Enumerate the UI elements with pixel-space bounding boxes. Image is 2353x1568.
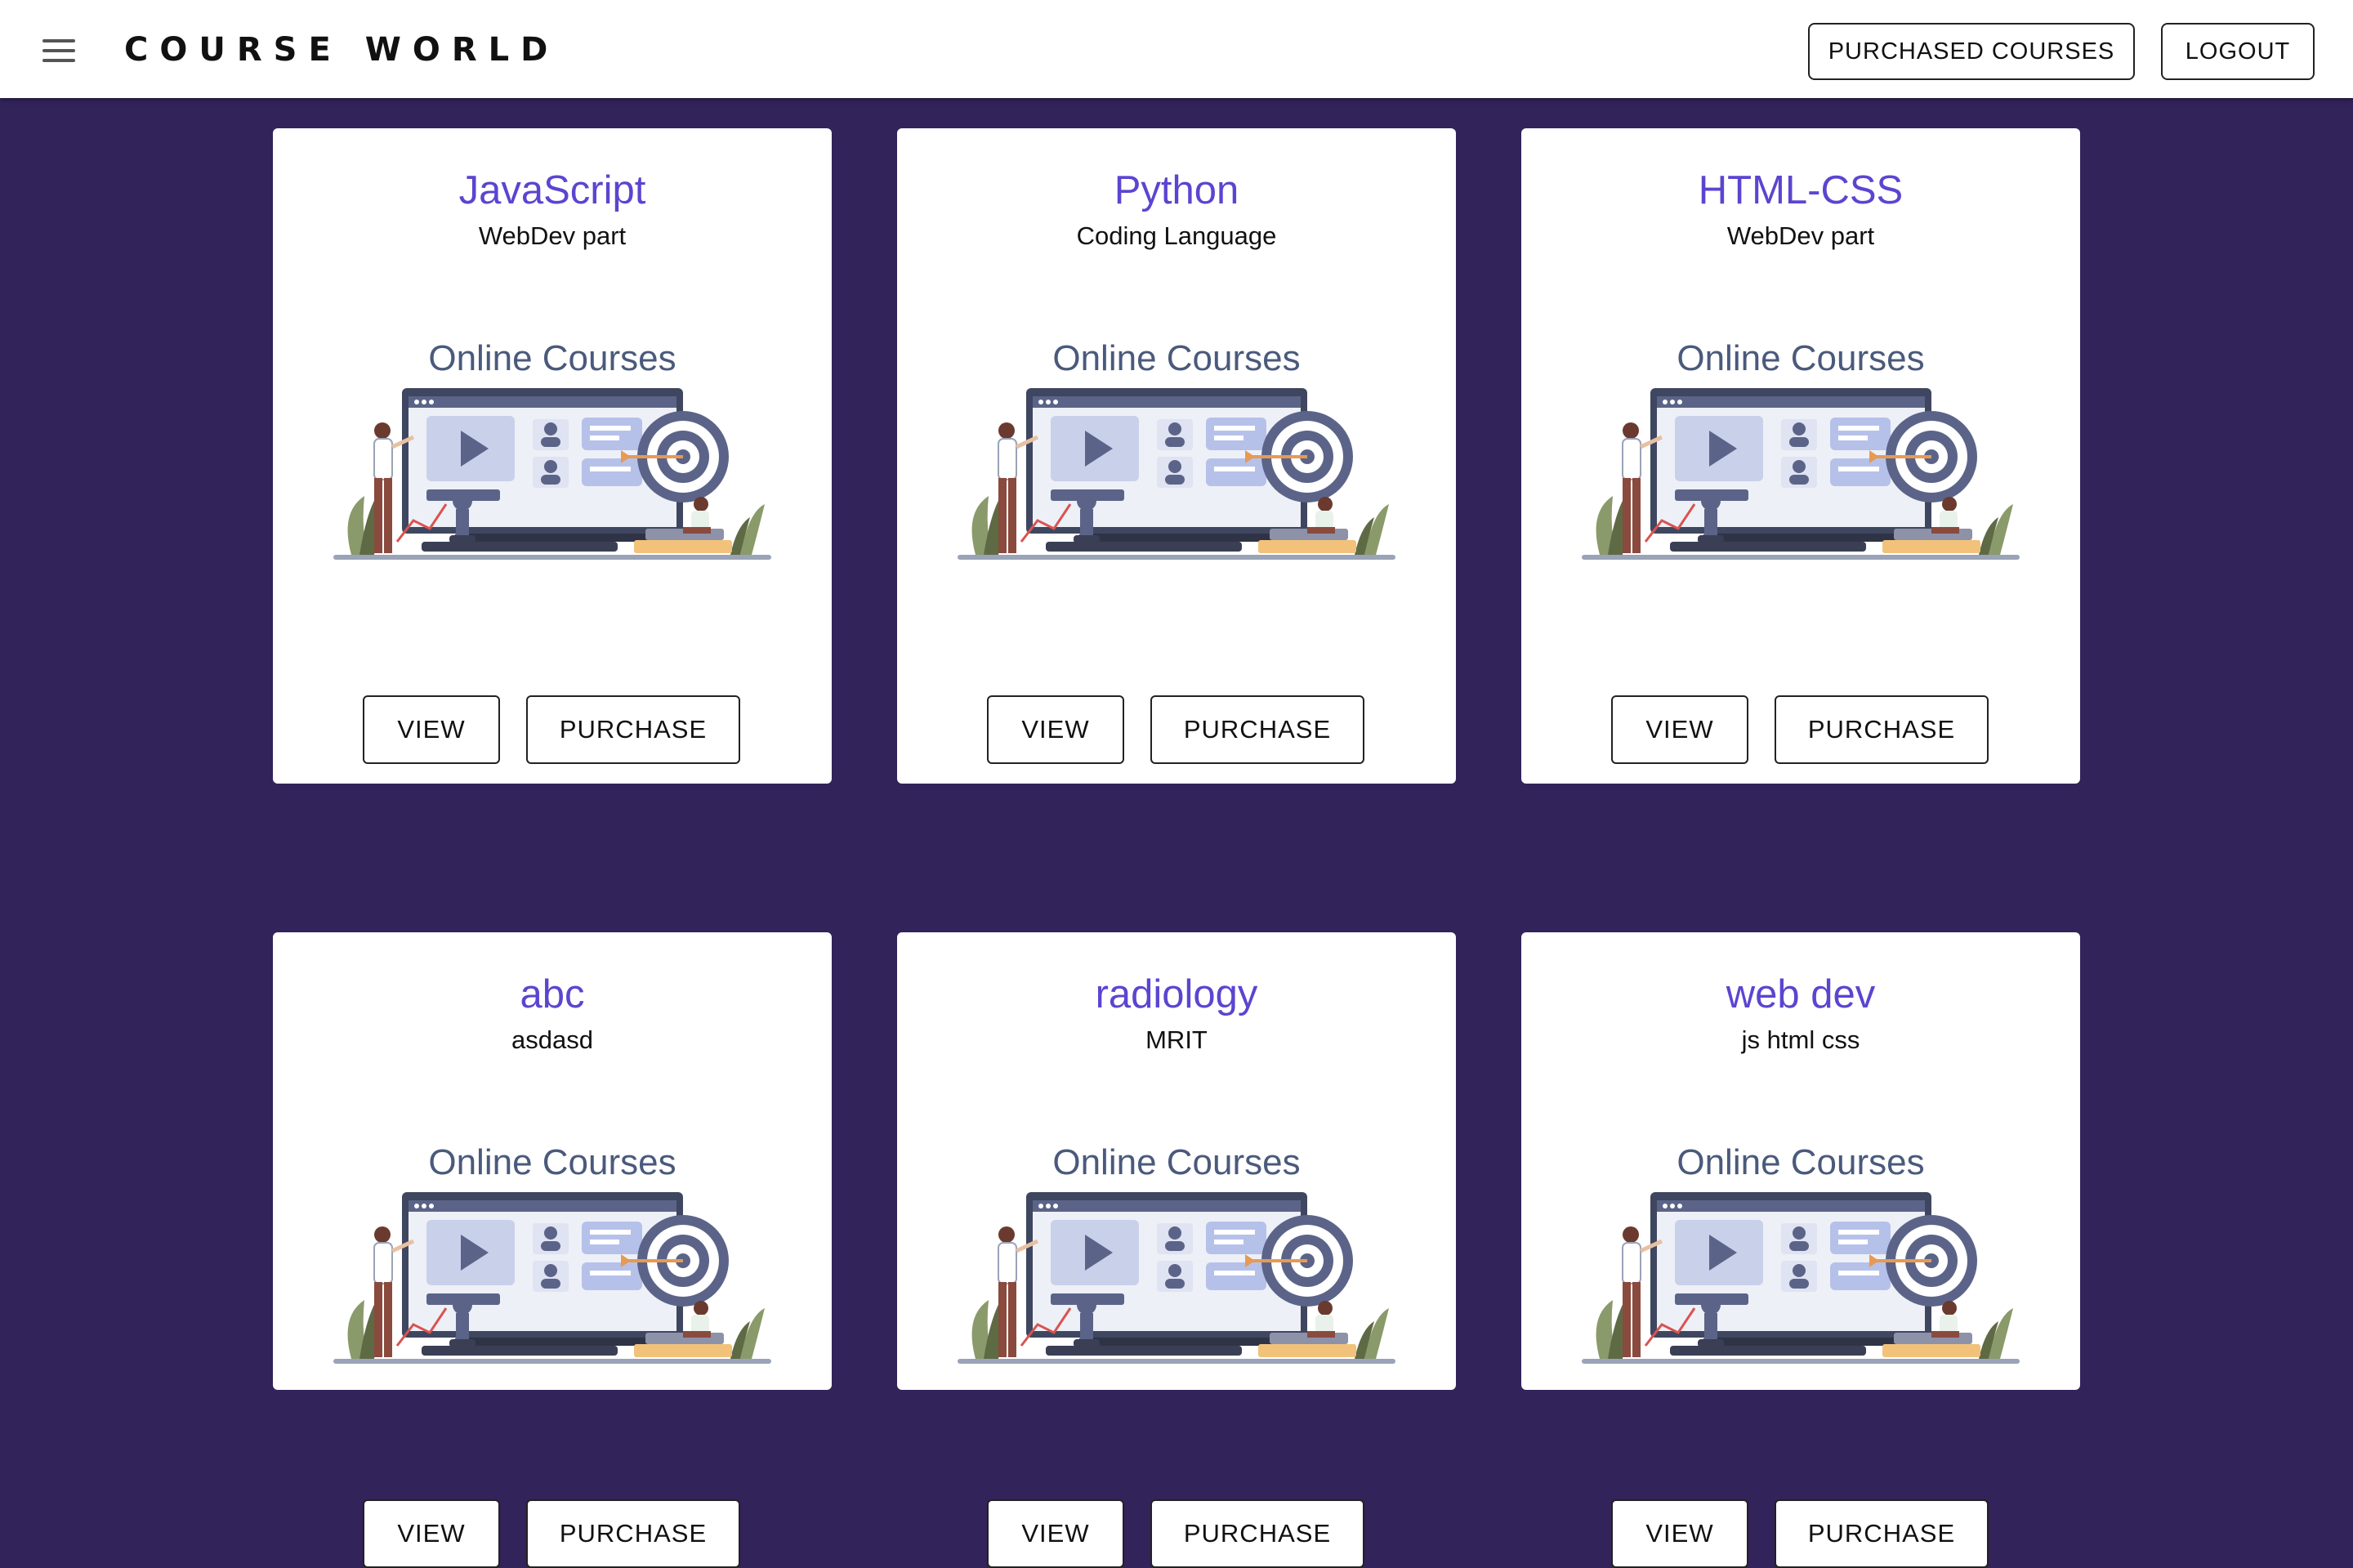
illustration-caption: Online Courses <box>1052 1142 1300 1182</box>
purchased-courses-button[interactable]: PURCHASED COURSES <box>1808 23 2135 80</box>
course-subtitle: WebDev part <box>1726 221 1875 250</box>
view-button[interactable]: VIEW <box>1611 1499 1748 1568</box>
online-courses-illustration: Online Courses <box>1582 1142 2020 1364</box>
course-subtitle: js html css <box>1741 1025 1860 1054</box>
online-courses-illustration: Online Courses <box>333 338 771 560</box>
view-button[interactable]: VIEW <box>987 695 1124 764</box>
course-title: abc <box>520 972 585 1016</box>
purchase-button[interactable]: PURCHASE <box>1775 1499 1989 1568</box>
course-title: HTML-CSS <box>1698 168 1904 212</box>
course-card-0: JavaScript WebDev part Online Courses VI… <box>273 128 832 784</box>
course-subtitle: WebDev part <box>478 221 627 250</box>
course-title: radiology <box>1095 972 1258 1016</box>
purchase-button[interactable]: PURCHASE <box>1150 1499 1364 1568</box>
course-subtitle: asdasd <box>511 1025 593 1054</box>
course-card-3: abc asdasd Online Courses VIEW PURCHASE <box>273 932 832 1568</box>
course-card-5: web dev js html css Online Courses VIEW … <box>1521 932 2080 1568</box>
course-subtitle: MRIT <box>1145 1025 1208 1054</box>
course-title: Python <box>1114 168 1239 212</box>
hamburger-menu-icon[interactable] <box>42 39 75 62</box>
illustration-caption: Online Courses <box>428 338 676 378</box>
top-app-bar: COURSE WORLD PURCHASED COURSES LOGOUT <box>0 0 2353 98</box>
course-card-1: Python Coding Language Online Courses VI… <box>897 128 1456 784</box>
course-card-2: HTML-CSS WebDev part Online Courses VIEW… <box>1521 128 2080 784</box>
view-button[interactable]: VIEW <box>987 1499 1124 1568</box>
view-button[interactable]: VIEW <box>363 695 500 764</box>
view-button[interactable]: VIEW <box>1611 695 1748 764</box>
purchase-button[interactable]: PURCHASE <box>526 695 740 764</box>
brand-title: COURSE WORLD <box>124 31 560 69</box>
course-card-4: radiology MRIT Online Courses VIEW PURCH… <box>897 932 1456 1568</box>
online-courses-illustration: Online Courses <box>958 1142 1395 1364</box>
online-courses-illustration: Online Courses <box>958 338 1395 560</box>
purchase-button[interactable]: PURCHASE <box>1150 695 1364 764</box>
illustration-caption: Online Courses <box>1677 1142 1924 1182</box>
online-courses-illustration: Online Courses <box>1582 338 2020 560</box>
purchase-button[interactable]: PURCHASE <box>1775 695 1989 764</box>
course-title: web dev <box>1726 972 1876 1016</box>
course-subtitle: Coding Language <box>1076 221 1277 250</box>
illustration-caption: Online Courses <box>428 1142 676 1182</box>
online-courses-illustration: Online Courses <box>333 1142 771 1364</box>
course-title: JavaScript <box>458 168 646 212</box>
illustration-caption: Online Courses <box>1052 338 1300 378</box>
view-button[interactable]: VIEW <box>363 1499 500 1568</box>
purchase-button[interactable]: PURCHASE <box>526 1499 740 1568</box>
logout-button[interactable]: LOGOUT <box>2161 23 2315 80</box>
illustration-caption: Online Courses <box>1677 338 1924 378</box>
